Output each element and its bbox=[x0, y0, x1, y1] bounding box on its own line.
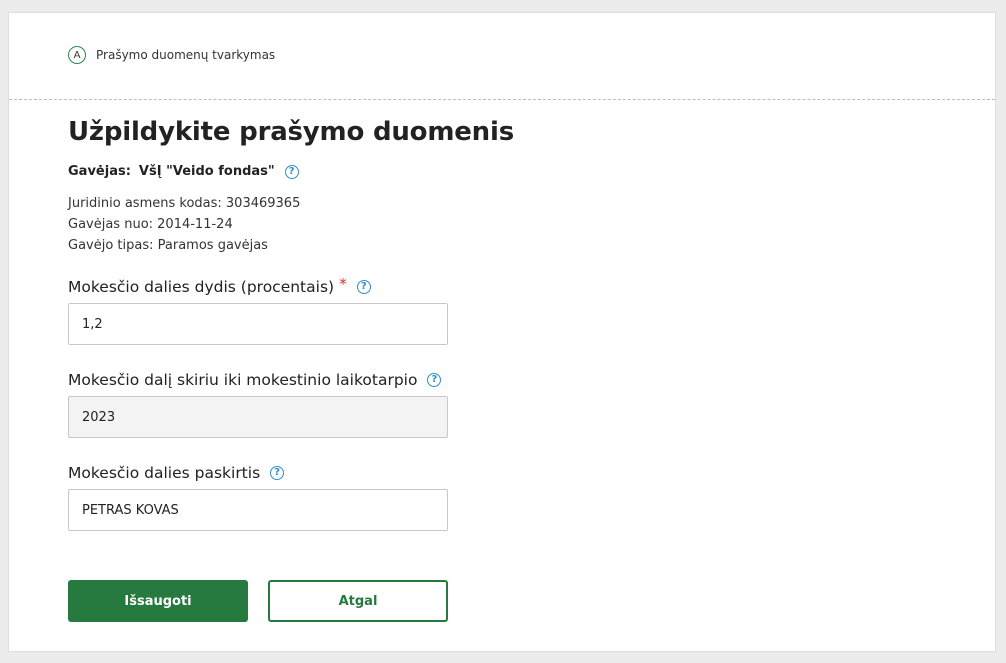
purpose-help-icon[interactable]: ? bbox=[270, 466, 285, 480]
save-button[interactable]: Išsaugoti bbox=[68, 580, 248, 622]
form-card: A Prašymo duomenų tvarkymas Užpildykite … bbox=[8, 12, 996, 652]
percent-input[interactable] bbox=[68, 303, 448, 345]
period-label-text: Mokesčio dalį skiriu iki mokestinio laik… bbox=[68, 371, 418, 389]
step-indicator: A Prašymo duomenų tvarkymas bbox=[68, 46, 275, 64]
back-button[interactable]: Atgal bbox=[268, 580, 448, 622]
page-title: Užpildykite prašymo duomenis bbox=[68, 117, 514, 147]
recipient-details: Juridinio asmens kodas: 303469365 Gavėja… bbox=[68, 193, 300, 256]
purpose-label-text: Mokesčio dalies paskirtis bbox=[68, 464, 261, 482]
recipient-help-icon[interactable]: ? bbox=[284, 164, 299, 179]
period-field-label: Mokesčio dalį skiriu iki mokestinio laik… bbox=[68, 371, 442, 389]
step-letter-badge: A bbox=[68, 46, 86, 64]
recipient-since: Gavėjas nuo: 2014-11-24 bbox=[68, 217, 233, 232]
period-help-icon[interactable]: ? bbox=[427, 373, 442, 387]
recipient-name: VšĮ "Veido fondas" bbox=[138, 164, 275, 179]
step-label: Prašymo duomenų tvarkymas bbox=[96, 48, 276, 62]
percent-help-icon[interactable]: ? bbox=[356, 280, 371, 294]
purpose-input[interactable] bbox=[68, 489, 448, 531]
recipient-heading: Gavėjas: VšĮ "Veido fondas" ? bbox=[68, 164, 299, 179]
percent-label-text: Mokesčio dalies dydis (procentais) bbox=[68, 278, 335, 296]
recipient-label: Gavėjas: bbox=[68, 164, 131, 179]
required-mark: * bbox=[339, 275, 347, 293]
dashed-divider bbox=[9, 99, 995, 100]
recipient-type: Gavėjo tipas: Paramos gavėjas bbox=[68, 238, 268, 253]
percent-field-label: Mokesčio dalies dydis (procentais) * ? bbox=[68, 275, 371, 296]
recipient-code: Juridinio asmens kodas: 303469365 bbox=[68, 196, 301, 211]
purpose-field-label: Mokesčio dalies paskirtis ? bbox=[68, 464, 285, 482]
period-input[interactable] bbox=[68, 396, 448, 438]
